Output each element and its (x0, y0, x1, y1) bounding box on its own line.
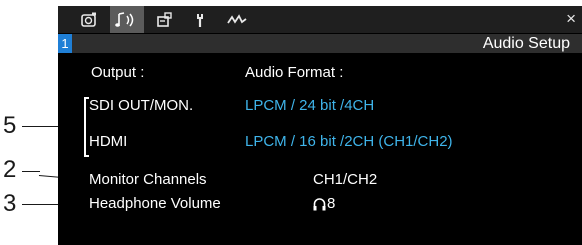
audio-icon (115, 11, 139, 29)
headphone-volume-label[interactable]: Headphone Volume (89, 195, 221, 213)
output-header: Output : (91, 64, 145, 81)
tab-system[interactable] (188, 6, 216, 33)
callout-5: 5 (3, 112, 17, 139)
menu-tab-bar: × (58, 6, 582, 33)
hdmi-format-value: LPCM / 16 bit /2CH (CH1/CH2) (245, 133, 453, 150)
monitor-channels-value[interactable]: CH1/CH2 (313, 171, 377, 189)
page-number-badge: 1 (58, 34, 72, 53)
tab-audio[interactable] (110, 6, 144, 33)
headphone-volume-value[interactable]: 8 (327, 195, 335, 213)
video-setup-icon (156, 11, 174, 28)
title-bar: 1 Audio Setup (58, 34, 582, 53)
page-title: Audio Setup (482, 35, 570, 52)
camera-icon (80, 12, 98, 28)
tab-video-setup[interactable] (150, 6, 180, 33)
output-bracket-bottom (84, 155, 89, 157)
close-icon[interactable]: × (566, 10, 576, 28)
callout-3: 3 (3, 190, 17, 217)
waveform-icon (227, 13, 247, 27)
wrench-icon (194, 12, 210, 28)
headphone-icon (313, 197, 326, 216)
tab-camera[interactable] (76, 6, 102, 33)
callout-2: 2 (3, 156, 17, 183)
camera-lcd-screen: × 1 Audio Setup Output : Audio Format : … (58, 6, 582, 245)
hdmi-label: HDMI (89, 133, 128, 150)
sdi-out-label: SDI OUT/MON. (89, 97, 194, 114)
tab-custom[interactable] (222, 6, 252, 33)
output-bracket (84, 97, 86, 157)
callout-2-line (22, 171, 40, 172)
audio-format-header: Audio Format : (245, 64, 344, 81)
sdi-out-format-value: LPCM / 24 bit /4CH (245, 97, 375, 114)
monitor-channels-label[interactable]: Monitor Channels (89, 171, 207, 189)
